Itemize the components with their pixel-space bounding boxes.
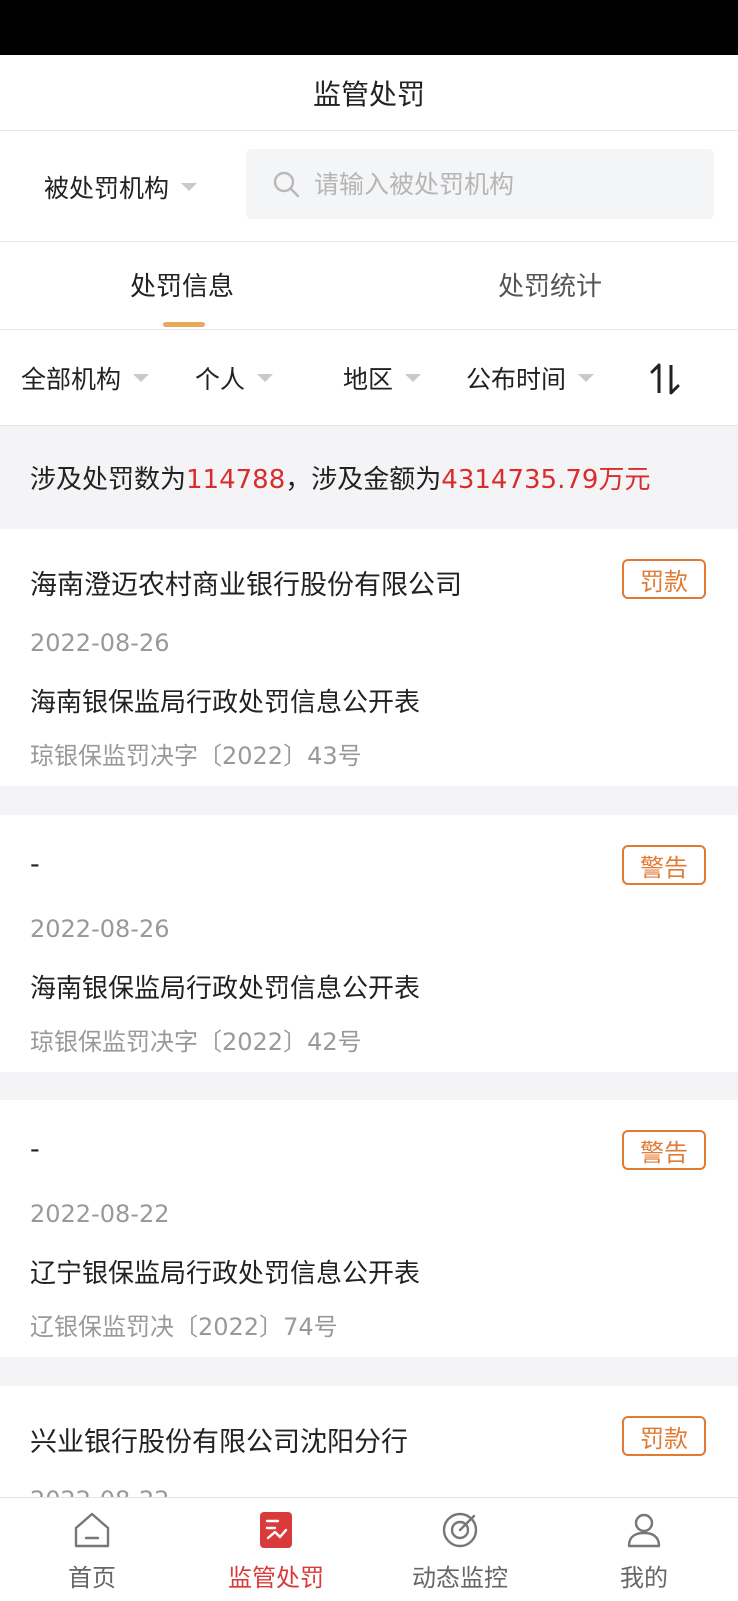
nav-monitor[interactable]: 动态监控 — [368, 1498, 552, 1601]
search-icon — [273, 171, 300, 198]
nav-label: 首页 — [68, 1564, 116, 1592]
summary-text: 涉及处罚数为114788，涉及金额为4314735.79万元 — [30, 459, 650, 496]
tab-penalty-info[interactable]: 处罚信息 — [130, 266, 234, 303]
monitor-icon — [442, 1512, 478, 1548]
filter-label: 公布时间 — [466, 365, 567, 394]
record-company: - — [30, 1134, 40, 1165]
record-doc-title: 海南银保监局行政处罚信息公开表 — [30, 688, 421, 718]
penalty-icon — [260, 1512, 292, 1548]
record-doc-number: 琼银保监罚决字〔2022〕43号 — [30, 742, 362, 770]
search-row: 被处罚机构 — [0, 131, 738, 242]
summary-middle: ，涉及金额为 — [285, 465, 442, 495]
record-type-badge: 罚款 — [622, 1416, 706, 1456]
nav-label: 监管处罚 — [228, 1564, 324, 1592]
user-icon — [627, 1513, 661, 1548]
chevron-down-icon — [181, 183, 198, 191]
tab-bar: 处罚信息 处罚统计 — [0, 242, 738, 330]
summary-bar: 涉及处罚数为114788，涉及金额为4314735.79万元 — [0, 426, 738, 529]
nav-profile[interactable]: 我的 — [552, 1498, 736, 1601]
record-type-badge: 警告 — [622, 845, 706, 885]
record-doc-number: 琼银保监罚决字〔2022〕42号 — [30, 1028, 362, 1056]
filter-label: 地区 — [343, 365, 394, 394]
filter-individual[interactable]: 个人 — [195, 360, 274, 396]
chevron-down-icon — [405, 374, 422, 382]
penalty-record-card[interactable]: - 警告 2022-08-22 辽宁银保监局行政处罚信息公开表 辽银保监罚决〔2… — [0, 1100, 738, 1357]
filter-all-institutions[interactable]: 全部机构 — [21, 360, 150, 396]
chevron-down-icon — [133, 374, 150, 382]
search-box[interactable] — [246, 149, 714, 219]
summary-prefix: 涉及处罚数为 — [30, 465, 187, 495]
title-bar: 监管处罚 — [0, 55, 738, 131]
nav-label: 动态监控 — [412, 1564, 508, 1592]
record-date: 2022-08-22 — [30, 1486, 169, 1497]
filter-publish-time[interactable]: 公布时间 — [466, 360, 595, 396]
record-doc-title: 海南银保监局行政处罚信息公开表 — [30, 974, 421, 1004]
chevron-down-icon — [578, 374, 595, 382]
summary-amount: 4314735.79万元 — [441, 465, 651, 495]
status-bar — [0, 0, 738, 55]
page-title: 监管处罚 — [312, 77, 425, 111]
sort-icon[interactable] — [650, 362, 680, 396]
record-type-badge: 警告 — [622, 1130, 706, 1170]
record-type-badge: 罚款 — [622, 559, 706, 599]
search-scope-dropdown[interactable]: 被处罚机构 — [44, 169, 198, 205]
chevron-down-icon — [257, 374, 274, 382]
record-date: 2022-08-26 — [30, 629, 170, 657]
nav-label: 我的 — [620, 1564, 668, 1592]
filter-label: 个人 — [195, 365, 246, 394]
search-input[interactable] — [312, 168, 676, 200]
penalty-record-card[interactable]: - 警告 2022-08-26 海南银保监局行政处罚信息公开表 琼银保监罚决字〔… — [0, 815, 738, 1072]
record-doc-number: 辽银保监罚决〔2022〕74号 — [30, 1313, 338, 1341]
record-company: 海南澄迈农村商业银行股份有限公司 — [30, 570, 462, 601]
penalty-record-card[interactable]: 兴业银行股份有限公司沈阳分行 罚款 2022-08-22 — [0, 1386, 738, 1497]
tab-active-indicator — [163, 322, 205, 327]
record-company: - — [30, 849, 40, 880]
record-date: 2022-08-26 — [30, 915, 170, 943]
filter-label: 全部机构 — [21, 365, 122, 394]
summary-count: 114788 — [186, 465, 286, 495]
filter-bar: 全部机构 个人 地区 公布时间 — [0, 330, 738, 426]
nav-home[interactable]: 首页 — [0, 1498, 184, 1601]
record-doc-title: 辽宁银保监局行政处罚信息公开表 — [30, 1259, 421, 1289]
record-date: 2022-08-22 — [30, 1200, 170, 1228]
bottom-nav: 首页 监管处罚 动态监控 我的 — [0, 1497, 738, 1601]
penalty-record-card[interactable]: 海南澄迈农村商业银行股份有限公司 罚款 2022-08-26 海南银保监局行政处… — [0, 529, 738, 786]
record-company: 兴业银行股份有限公司沈阳分行 — [30, 1427, 408, 1458]
tab-penalty-stats[interactable]: 处罚统计 — [498, 266, 602, 303]
nav-penalty[interactable]: 监管处罚 — [184, 1498, 368, 1601]
filter-region[interactable]: 地区 — [343, 360, 422, 396]
home-icon — [74, 1512, 110, 1548]
search-scope-label: 被处罚机构 — [44, 174, 170, 203]
